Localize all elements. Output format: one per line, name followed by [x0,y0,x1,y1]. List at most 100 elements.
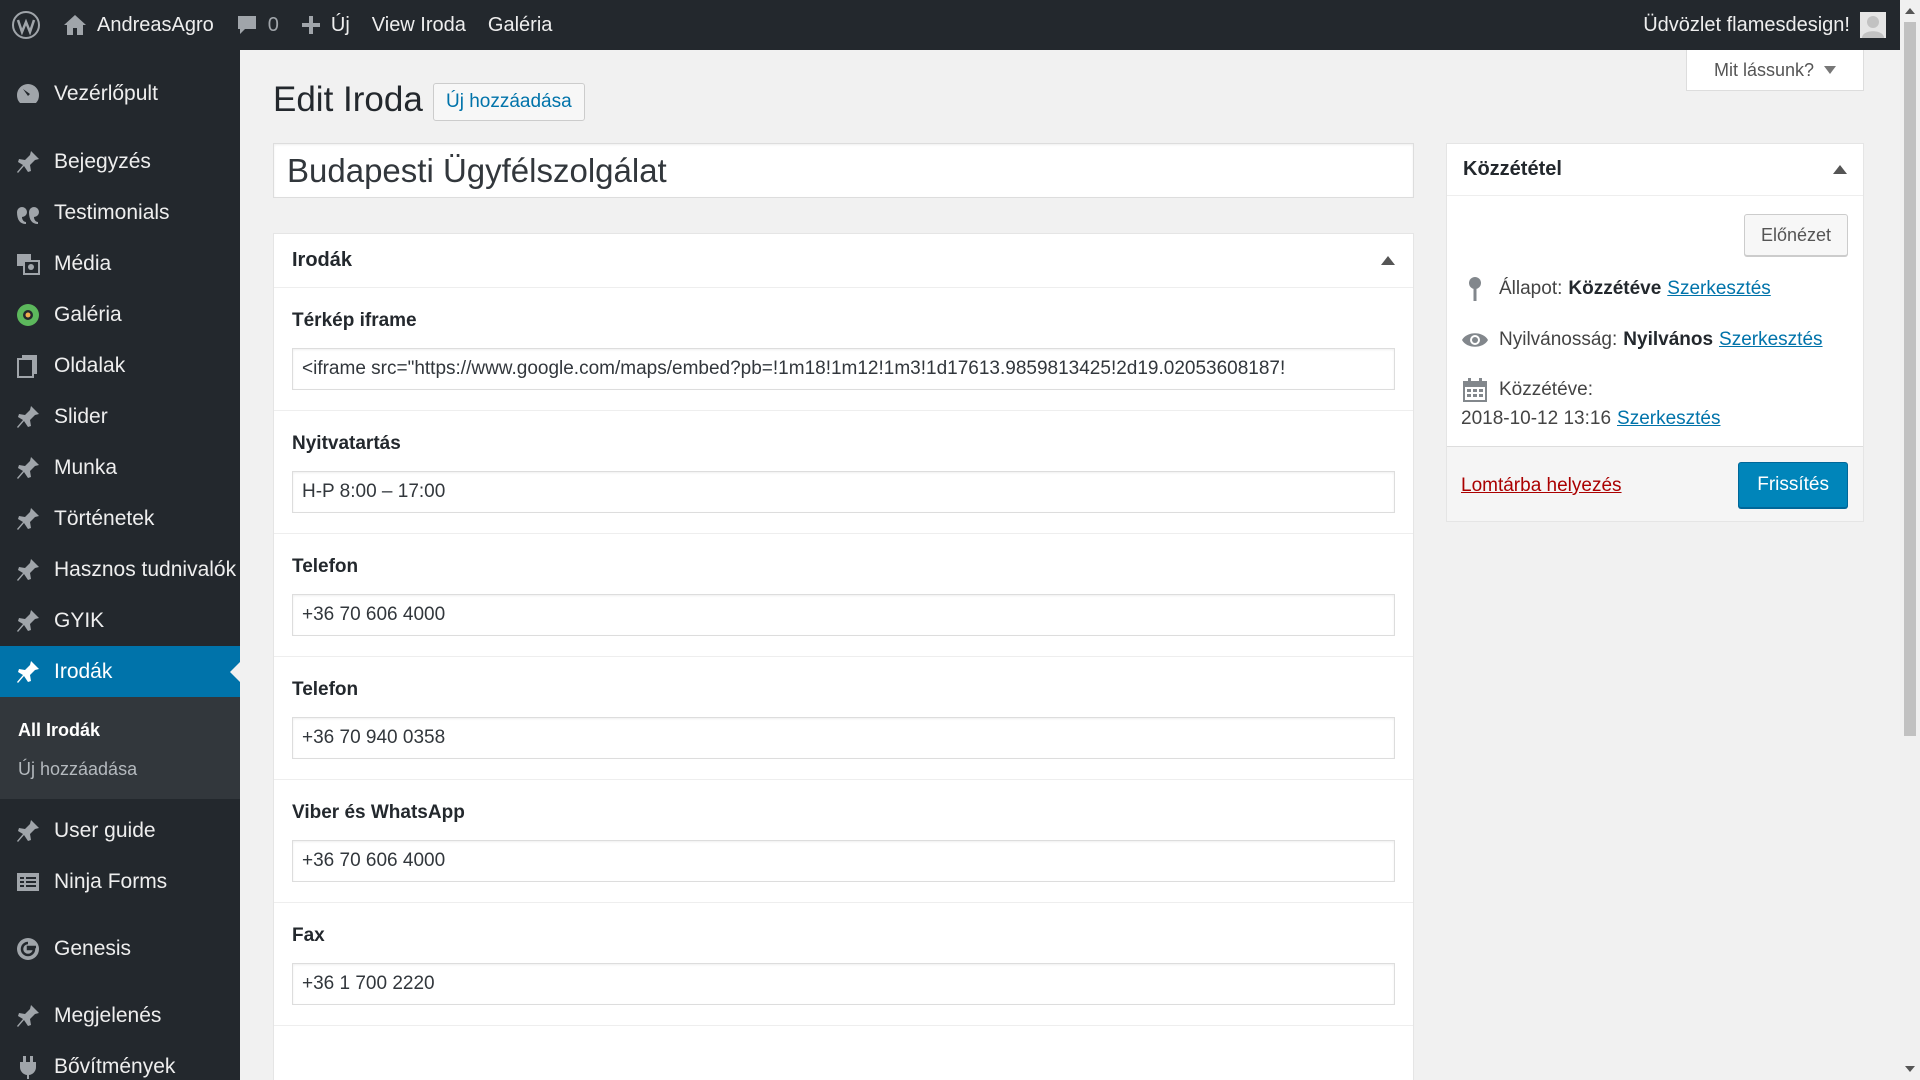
update-button[interactable]: Frissítés [1738,462,1848,508]
sidebar-item-work[interactable]: Munka [0,442,240,493]
sidebar-item-dashboard[interactable]: Vezérlőpult [0,70,240,118]
move-to-trash-link[interactable]: Lomtárba helyezés [1461,475,1622,497]
submenu-item-all-offices[interactable]: All Irodák [0,711,240,750]
sidebar-item-label: Ninja Forms [54,869,168,893]
wordpress-icon [12,11,40,39]
field-label: Telefon [292,556,359,577]
page-scrollbar[interactable] [1900,0,1920,1080]
sidebar-item-posts[interactable]: Bejegyzés [0,136,240,187]
publish-header[interactable]: Közzététel [1447,144,1863,196]
metabox-header[interactable]: Irodák [274,234,1413,288]
sidebar-item-ninja-forms[interactable]: Ninja Forms [0,856,240,907]
visibility-row: Nyilvánosság: Nyilvános Szerkesztés [1461,326,1823,354]
pin-icon [14,658,42,686]
field-label: Fax [292,925,325,946]
published-date-row: 2018-10-12 13:16 Szerkesztés [1461,408,1721,430]
field-label: Viber és WhatsApp [292,802,465,823]
post-title-input[interactable] [273,143,1414,198]
screen-options-label: Mit lássunk? [1713,59,1815,80]
visibility-value: Nyilvános [1623,329,1714,350]
media-icon [14,250,42,278]
sidebar-item-user-guide[interactable]: User guide [0,805,240,856]
sidebar-item-label: Irodák [54,659,113,683]
pin-icon [14,403,42,431]
phone-1-input[interactable] [292,594,1395,636]
caret-down-icon [1824,66,1837,74]
genesis-icon [14,935,42,963]
field-phone-2: Telefon [274,657,1413,780]
comments-link[interactable]: 0 [225,0,290,50]
pin-icon [14,607,42,635]
visibility-label: Nyilvánosság: [1499,329,1618,350]
scrollbar-thumb[interactable] [1904,22,1916,736]
sidebar-item-gallery[interactable]: Galéria [0,289,240,340]
add-new-button[interactable]: Új hozzáadása [433,83,585,121]
sidebar-item-appearance[interactable]: Megjelenés [0,990,240,1041]
sidebar-item-label: Történetek [54,506,155,530]
published-row: Közzétéve: [1461,376,1593,404]
scroll-down-icon[interactable] [1905,1066,1915,1072]
new-content-link[interactable]: Új [290,0,361,50]
offices-metabox: Irodák Térkép iframe Nyitvatartás Telefo… [273,233,1414,1080]
site-name-link[interactable]: AndreasAgro [52,0,225,50]
forms-icon [14,868,42,896]
sidebar-item-label: Oldalak [54,353,126,377]
sidebar-item-media[interactable]: Média [0,238,240,289]
sidebar-item-label: Genesis [54,936,132,960]
sidebar-item-slider[interactable]: Slider [0,391,240,442]
phone-2-input[interactable] [292,717,1395,759]
opening-hours-input[interactable] [292,471,1395,513]
sidebar-item-label: Galéria [54,302,122,326]
my-account[interactable]: Üdvözlet flamesdesign! [1643,0,1900,50]
fax-input[interactable] [292,963,1395,1005]
publish-title: Közzététel [1463,158,1562,180]
edit-status-link[interactable]: Szerkesztés [1667,278,1770,300]
status-value: Közzétéve [1568,278,1662,299]
sidebar-item-label: GYIK [54,608,105,632]
preview-button[interactable]: Előnézet [1743,214,1848,256]
status-row: Állapot: Közzétéve Szerkesztés [1461,275,1771,303]
sidebar-item-label: Bővítmények [54,1054,176,1078]
sidebar-item-genesis[interactable]: Genesis [0,923,240,974]
sidebar-item-label: Bejegyzés [54,149,151,173]
collapse-arrow-icon[interactable] [1381,256,1395,265]
view-post-link[interactable]: View Iroda [361,0,477,50]
sidebar-item-label: Média [54,251,112,275]
metabox-title: Irodák [292,249,353,271]
sidebar-item-offices[interactable]: Irodák [0,646,240,697]
comment-icon [237,16,256,34]
pin-icon [14,556,42,584]
edit-visibility-link[interactable]: Szerkesztés [1719,329,1822,351]
page-title: Edit Iroda [273,80,423,119]
site-name: AndreasAgro [97,13,214,36]
pin-icon [14,148,42,176]
comments-count: 0 [267,13,279,36]
field-viber-whatsapp: Viber és WhatsApp [274,780,1413,903]
sidebar-item-pages[interactable]: Oldalak [0,340,240,391]
collapse-arrow-icon[interactable] [1833,165,1847,174]
screen-options-toggle[interactable]: Mit lássunk? [1686,50,1864,91]
plus-icon [301,16,320,34]
sidebar-item-label: Munka [54,455,118,479]
eye-icon [1461,326,1489,354]
sidebar-item-stories[interactable]: Történetek [0,493,240,544]
field-label: Telefon [292,679,359,700]
edit-date-link[interactable]: Szerkesztés [1617,408,1720,430]
gallery-icon [14,301,42,329]
status-label: Állapot: [1499,278,1563,299]
map-iframe-input[interactable] [292,348,1395,390]
user-avatar-icon [1862,16,1884,38]
submenu-item-add-new[interactable]: Új hozzáadása [0,750,240,789]
field-opening-hours: Nyitvatartás [274,411,1413,534]
viber-whatsapp-input[interactable] [292,840,1395,882]
pin-icon [1461,275,1489,303]
sidebar-item-label: Vezérlőpult [54,82,158,105]
sidebar-item-plugins[interactable]: Bővítmények [0,1041,240,1080]
wordpress-logo-button[interactable] [0,0,52,50]
gallery-link[interactable]: Galéria [477,0,563,50]
scroll-up-icon[interactable] [1905,8,1915,14]
sidebar-item-testimonials[interactable]: Testimonials [0,187,240,238]
published-label: Közzétéve: [1499,379,1593,400]
sidebar-item-faq[interactable]: GYIK [0,595,240,646]
sidebar-item-useful-info[interactable]: Hasznos tudnivalók [0,544,240,595]
